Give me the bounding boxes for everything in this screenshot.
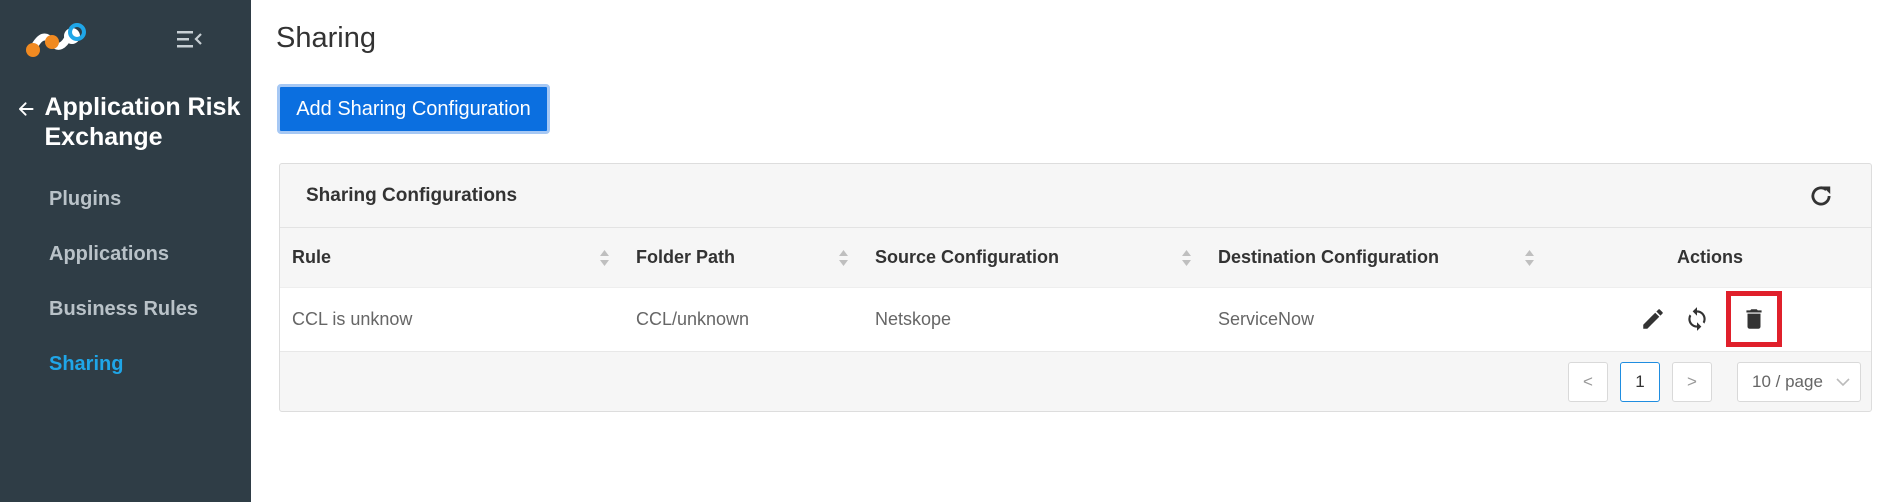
- cell-actions: [1549, 287, 1871, 352]
- column-header-label: Source Configuration: [875, 247, 1059, 268]
- sharing-configurations-panel: Sharing Configurations Rule Folder Path …: [279, 163, 1872, 412]
- edit-icon: [1643, 309, 1663, 329]
- delete-button[interactable]: [1726, 291, 1782, 347]
- column-header-destination-configuration[interactable]: Destination Configuration: [1206, 229, 1549, 288]
- arrow-left-icon[interactable]: [18, 96, 34, 122]
- column-header-folder-path[interactable]: Folder Path: [624, 229, 863, 288]
- menu-collapse-icon[interactable]: [176, 28, 202, 50]
- edit-button[interactable]: [1638, 304, 1668, 334]
- column-header-actions: Actions: [1549, 229, 1871, 288]
- row-actions: [1638, 291, 1782, 347]
- sync-icon: [1688, 307, 1706, 331]
- sort-icon[interactable]: [838, 249, 849, 267]
- chevron-down-icon: [1836, 378, 1850, 387]
- module-title: Application Risk Exchange: [44, 93, 241, 151]
- sort-icon[interactable]: [1524, 249, 1535, 267]
- cell-rule: CCL is unknow: [280, 287, 624, 352]
- refresh-icon[interactable]: [1808, 183, 1834, 209]
- pagination: < 1 > 10 / page: [1556, 362, 1861, 402]
- sync-button[interactable]: [1682, 304, 1712, 334]
- column-header-label: Rule: [292, 247, 332, 268]
- cell-folder-path: CCL/unknown: [624, 287, 863, 352]
- page-number-1[interactable]: 1: [1620, 362, 1660, 402]
- sidebar-item-applications[interactable]: Applications: [0, 235, 251, 290]
- trash-icon: [1746, 309, 1762, 329]
- sort-icon[interactable]: [1181, 249, 1192, 267]
- column-header-rule[interactable]: Rule: [280, 229, 624, 288]
- sharing-configurations-table: Rule Folder Path Source Configuration De…: [280, 229, 1871, 352]
- next-page-button[interactable]: >: [1672, 362, 1712, 402]
- cell-destination-configuration: ServiceNow: [1206, 287, 1549, 352]
- sidebar-item-plugins[interactable]: Plugins: [0, 180, 251, 235]
- sort-icon[interactable]: [599, 249, 610, 267]
- sidebar-item-sharing[interactable]: Sharing: [0, 345, 251, 400]
- page-size-select[interactable]: 10 / page: [1737, 362, 1861, 402]
- table-row: CCL is unknow CCL/unknown Netskope Servi…: [280, 287, 1871, 352]
- sidebar-nav: Plugins Applications Business Rules Shar…: [0, 180, 251, 400]
- cell-source-configuration: Netskope: [863, 287, 1206, 352]
- column-header-label: Destination Configuration: [1218, 247, 1439, 268]
- page-title: Sharing: [276, 22, 376, 54]
- app-logo-icon: [26, 23, 86, 57]
- sidebar-item-business-rules[interactable]: Business Rules: [0, 290, 251, 345]
- sidebar: Application Risk Exchange Plugins Applic…: [0, 0, 251, 502]
- module-header: Application Risk Exchange: [18, 92, 248, 152]
- panel-header: Sharing Configurations: [280, 164, 1871, 228]
- column-header-label: Folder Path: [636, 247, 736, 268]
- page-size-value: 10 / page: [1752, 372, 1823, 391]
- column-header-label: Actions: [1676, 247, 1743, 268]
- add-sharing-configuration-button[interactable]: Add Sharing Configuration: [277, 84, 550, 134]
- column-header-source-configuration[interactable]: Source Configuration: [863, 229, 1206, 288]
- prev-page-button[interactable]: <: [1568, 362, 1608, 402]
- panel-title: Sharing Configurations: [306, 185, 518, 206]
- table-header-row: Rule Folder Path Source Configuration De…: [280, 229, 1871, 288]
